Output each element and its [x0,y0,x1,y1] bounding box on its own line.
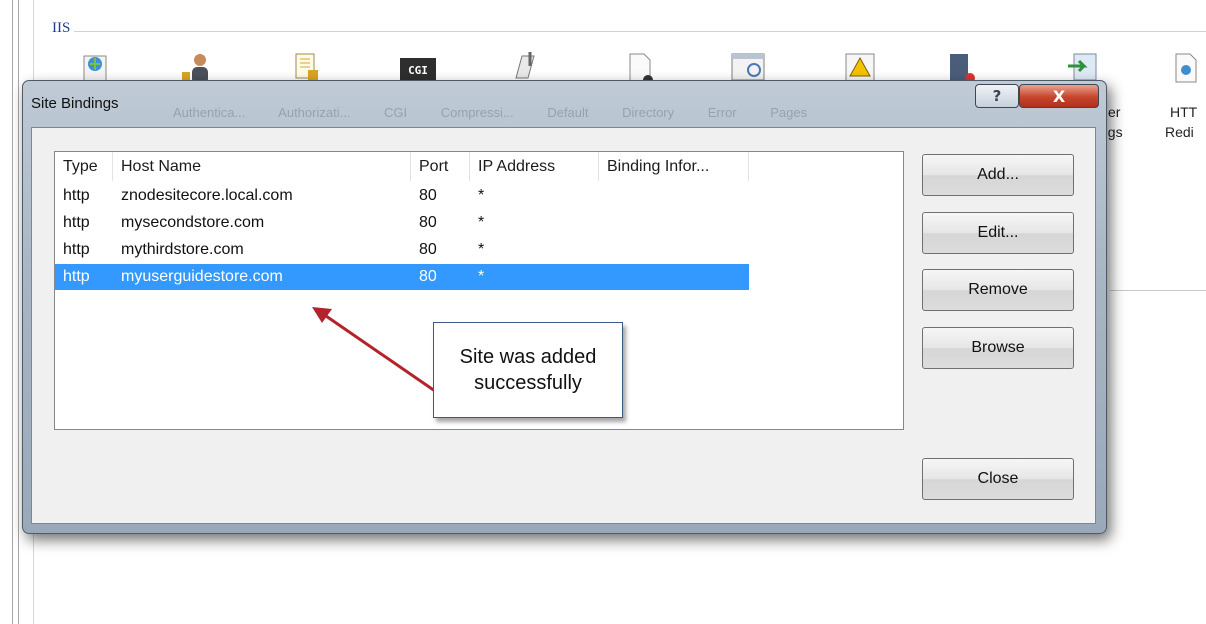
table-row-selected[interactable]: http myuserguidestore.com 80 * [55,264,749,290]
column-header-binding-info[interactable]: Binding Infor... [599,152,749,181]
compression-icon[interactable] [508,50,544,84]
authorization-icon[interactable] [292,50,328,84]
asp-icon[interactable] [78,50,114,84]
feature-label: er [1108,104,1121,120]
cell-host-name: mythirdstore.com [121,241,244,258]
cell-port: 80 [419,187,437,204]
cell-ip-address: * [478,268,485,285]
callout-line: successfully [474,372,582,394]
cell-port: 80 [419,241,437,258]
cgi-icon[interactable]: CGI [400,50,436,84]
cell-port: 80 [419,268,437,285]
cell-port: 80 [419,214,437,231]
cell-ip-address: * [478,187,485,204]
column-header-type[interactable]: Type [55,152,113,181]
cell-host-name: znodesitecore.local.com [121,187,293,204]
http-redirect-icon[interactable] [1166,50,1202,84]
add-button[interactable]: Add... [922,154,1074,196]
authentication-icon[interactable] [180,50,216,84]
table-row[interactable]: http znodesitecore.local.com 80 * [55,183,749,209]
cell-binding-info [599,237,749,263]
browse-button[interactable]: Browse [922,327,1074,369]
cgi-icon-label: CGI [408,64,428,77]
cell-ip-address: * [478,214,485,231]
cell-host-name: mysecondstore.com [121,214,265,231]
remove-button[interactable]: Remove [922,269,1074,311]
cell-type: http [63,241,90,258]
background-feature-labels: Authentica... Authorizati... CGI Compres… [173,105,808,120]
dialog-title: Site Bindings [31,95,119,112]
help-button[interactable]: ? [975,84,1019,108]
handler-mappings-icon[interactable] [1064,50,1100,84]
pane-divider [12,0,13,624]
pane-divider [18,0,19,624]
cell-host-name: myuserguidestore.com [121,268,283,285]
cell-type: http [63,187,90,204]
cell-binding-info [599,210,749,236]
edit-button[interactable]: Edit... [922,212,1074,254]
directory-browsing-icon[interactable] [730,50,766,84]
default-document-icon[interactable] [622,50,658,84]
feature-label: Redi [1165,124,1194,140]
failed-request-icon[interactable] [942,50,978,84]
close-window-button[interactable]: X [1019,84,1099,108]
cell-type: http [63,268,90,285]
group-separator [74,31,1206,32]
cell-binding-info [599,183,749,209]
list-header: Type Host Name Port IP Address Binding I… [55,152,749,181]
error-pages-icon[interactable] [842,50,878,84]
callout-line: Site was added [459,346,597,368]
column-header-port[interactable]: Port [411,152,470,181]
close-button[interactable]: Close [922,458,1074,500]
feature-label: HTT [1170,104,1198,120]
table-row[interactable]: http mysecondstore.com 80 * [55,210,749,236]
group-title: IIS [52,20,71,36]
column-header-host-name[interactable]: Host Name [113,152,411,181]
separator [1110,290,1206,291]
table-row[interactable]: http mythirdstore.com 80 * [55,237,749,263]
column-header-ip-address[interactable]: IP Address [470,152,599,181]
cell-binding-info [599,264,749,290]
cell-ip-address: * [478,241,485,258]
annotation-callout: Site was added successfully [433,322,623,418]
cell-type: http [63,214,90,231]
site-bindings-dialog: Authentica... Authorizati... CGI Compres… [22,80,1107,534]
